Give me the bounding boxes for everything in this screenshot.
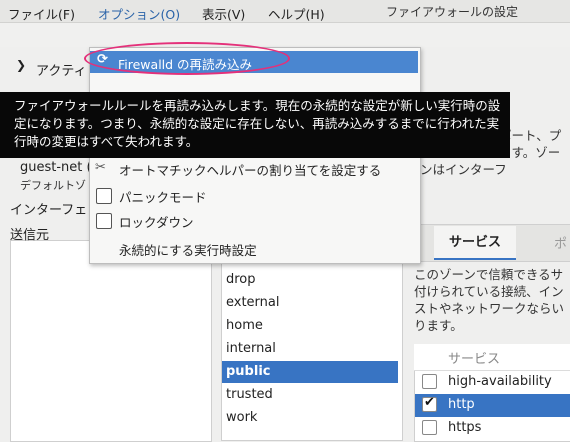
menu-item-runtime-to-permanent[interactable]: 永続的にする実行時設定: [119, 240, 257, 259]
connection-name[interactable]: guest-net (: [20, 160, 92, 175]
menu-view[interactable]: 表示(V): [202, 4, 245, 23]
panic-mode-checkbox[interactable]: [96, 188, 112, 204]
zone-item-drop[interactable]: drop: [222, 269, 398, 291]
active-bindings-label: アクティ: [36, 64, 87, 79]
menu-file[interactable]: ファイル(F): [8, 4, 75, 23]
service-checkbox[interactable]: [422, 395, 437, 412]
tooltip-text: ファイアウォールルールを再読み込みします。現在の永続的な設定が新しい実行時の設定…: [14, 98, 501, 149]
service-checkbox[interactable]: [422, 374, 437, 389]
tools-icon: ✂: [95, 160, 106, 175]
menu-help[interactable]: ヘルプ(H): [268, 4, 325, 23]
table-row[interactable]: https: [415, 417, 570, 440]
menu-item-panic[interactable]: パニックモード: [119, 187, 207, 206]
zone-item-trusted[interactable]: trusted: [222, 384, 398, 406]
active-bindings-header[interactable]: ❯ アクティ: [0, 58, 90, 82]
tab-services[interactable]: サービス: [434, 226, 516, 260]
zone-item-external[interactable]: external: [222, 292, 398, 314]
table-row[interactable]: http: [415, 394, 570, 417]
zone-item-public[interactable]: public: [222, 361, 398, 383]
chevron-down-icon: ❯: [16, 58, 27, 72]
annotation-ellipse: [84, 42, 290, 75]
window-title: ファイアウォールの設定: [385, 5, 518, 19]
connection-zone: デフォルトゾ: [20, 179, 86, 192]
service-checkbox[interactable]: [422, 420, 437, 435]
tab-ports[interactable]: ポ: [554, 233, 567, 252]
menu-item-helper[interactable]: オートマチックヘルパーの割り当てを設定する: [119, 160, 381, 179]
service-name: https: [448, 420, 482, 435]
zone-item-home[interactable]: home: [222, 315, 398, 337]
zone-item-internal[interactable]: internal: [222, 338, 398, 360]
services-column-header[interactable]: サービス: [448, 348, 500, 367]
service-name: http: [448, 397, 475, 412]
service-name: high-availability: [448, 374, 552, 389]
sources-label[interactable]: 送信元: [10, 224, 49, 243]
menu-bar: [0, 23, 570, 47]
services-description: このゾーンで信頼できるサ 付けられている接続、イン ストやネットワークならい り…: [414, 267, 565, 333]
menu-options[interactable]: オプション(O): [98, 4, 180, 23]
sources-panel: [10, 240, 212, 442]
interfaces-label[interactable]: インターフェ: [10, 199, 87, 218]
lockdown-checkbox[interactable]: [96, 213, 112, 229]
zone-item-work[interactable]: work: [222, 407, 398, 429]
menu-item-lockdown[interactable]: ロックダウン: [119, 212, 194, 231]
table-row[interactable]: high-availability: [415, 371, 570, 394]
